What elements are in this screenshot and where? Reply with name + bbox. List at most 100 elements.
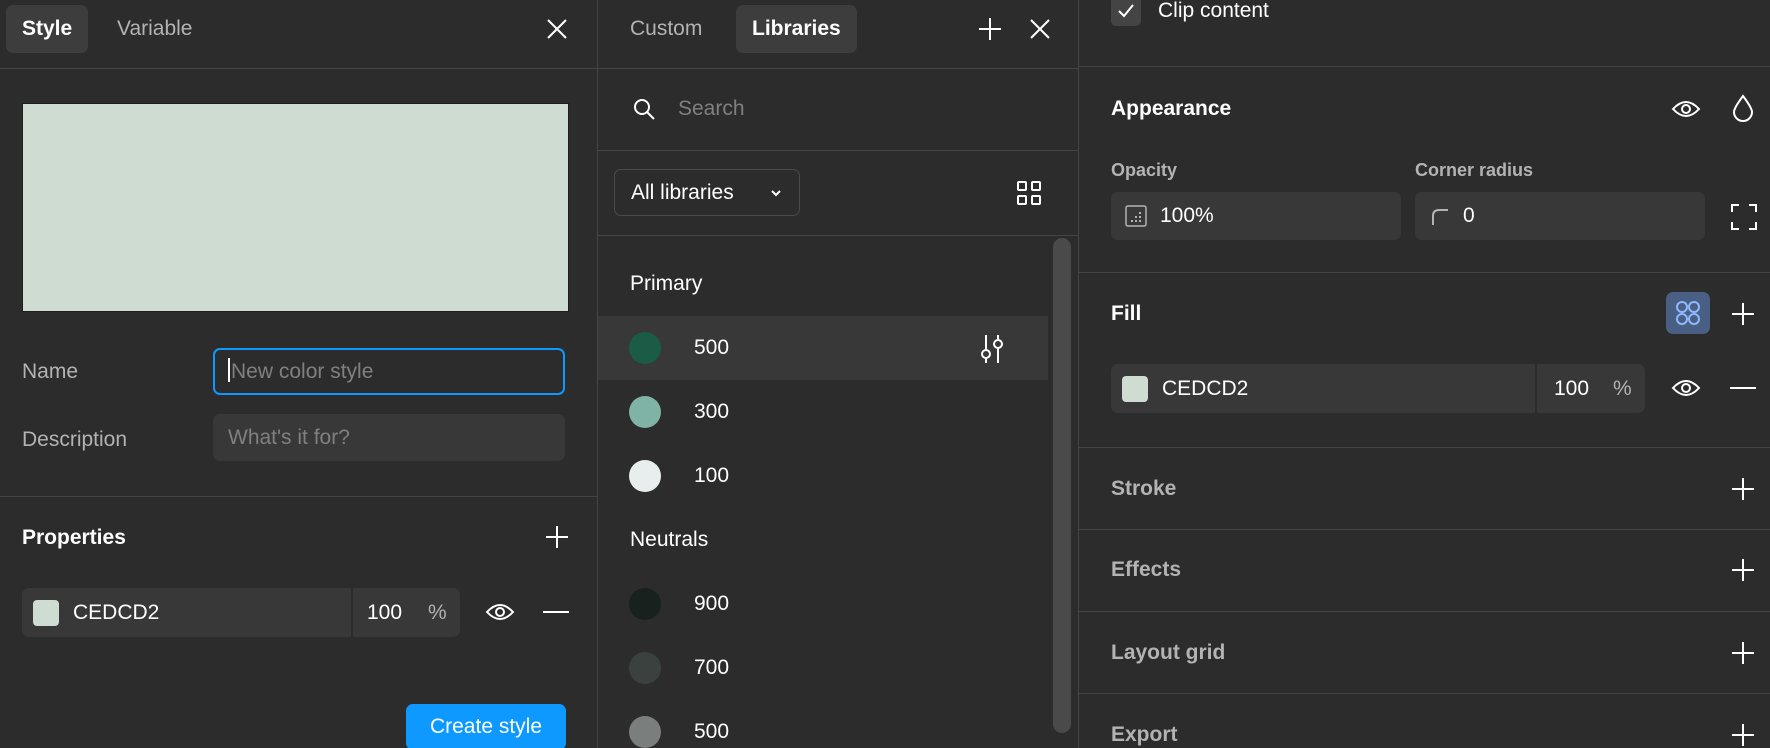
independent-corners-icon[interactable] — [1731, 204, 1757, 230]
properties-title: Properties — [22, 526, 126, 549]
color-row-primary-500[interactable]: 500 — [598, 316, 1048, 380]
search-icon — [632, 97, 656, 121]
appearance-title: Appearance — [1111, 97, 1232, 120]
export-title[interactable]: Export — [1111, 723, 1178, 747]
color-dot — [629, 396, 661, 428]
color-row-primary-300[interactable]: 300 — [598, 380, 1048, 444]
property-color-row[interactable]: CEDCD2 100 % — [22, 588, 460, 637]
name-label: Name — [22, 360, 79, 383]
blend-mode-icon[interactable] — [1732, 94, 1754, 122]
add-icon[interactable] — [978, 17, 1002, 41]
color-chip[interactable] — [33, 600, 59, 626]
eye-icon[interactable] — [1671, 97, 1701, 121]
effects-title[interactable]: Effects — [1111, 558, 1181, 582]
close-icon[interactable] — [1028, 17, 1052, 41]
divider — [598, 235, 1078, 236]
divider — [1079, 447, 1770, 448]
add-property-icon[interactable] — [545, 525, 569, 549]
opacity-input[interactable]: 100% — [1111, 192, 1401, 240]
color-label: 900 — [694, 592, 730, 615]
opacity-label: Opacity — [1111, 160, 1178, 180]
clip-content-checkbox[interactable] — [1111, 0, 1141, 26]
color-label: 500 — [694, 720, 730, 743]
color-chip[interactable] — [1122, 376, 1148, 402]
clip-content-label: Clip content — [1158, 0, 1269, 22]
eye-icon[interactable] — [485, 600, 515, 624]
name-input[interactable]: New color style — [213, 348, 565, 395]
library-filter-dropdown[interactable]: All libraries — [614, 169, 800, 216]
search-input[interactable]: Search — [678, 97, 745, 121]
divider — [1079, 611, 1770, 612]
divider — [0, 68, 597, 69]
tab-libraries[interactable]: Libraries — [736, 5, 857, 53]
percent-sign: % — [1613, 377, 1632, 400]
color-label: 700 — [694, 656, 730, 679]
divider — [0, 496, 597, 497]
description-input[interactable]: What's it for? — [213, 414, 565, 461]
group-title-primary: Primary — [630, 272, 703, 295]
percent-sign: % — [428, 601, 447, 624]
scrollbar[interactable] — [1053, 238, 1071, 733]
color-label: 300 — [694, 400, 730, 423]
divider — [1079, 66, 1770, 67]
divider — [1079, 693, 1770, 694]
color-dot — [629, 652, 661, 684]
remove-icon[interactable] — [1730, 386, 1756, 390]
fill-title: Fill — [1111, 302, 1142, 325]
adjust-icon[interactable] — [979, 334, 1005, 364]
eye-icon[interactable] — [1671, 376, 1701, 400]
description-label: Description — [22, 428, 128, 451]
layout-grid-title[interactable]: Layout grid — [1111, 641, 1225, 665]
add-export-icon[interactable] — [1731, 723, 1755, 747]
design-properties-panel: Clip content Appearance Opacity 100% Cor… — [1079, 0, 1770, 748]
divider — [1079, 272, 1770, 273]
group-title-neutrals: Neutrals — [630, 528, 709, 551]
color-dot — [629, 588, 661, 620]
color-row-neutrals-900[interactable]: 900 — [598, 572, 1048, 636]
add-layout-grid-icon[interactable] — [1731, 641, 1755, 665]
divider — [1535, 364, 1537, 413]
opacity-value[interactable]: 100 — [1554, 364, 1589, 413]
divider — [1079, 529, 1770, 530]
corner-radius-input[interactable]: 0 — [1415, 192, 1705, 240]
libraries-panel: Custom Libraries Search All libraries Pr… — [598, 0, 1078, 748]
name-placeholder: New color style — [231, 360, 374, 383]
corner-radius-label: Corner radius — [1415, 160, 1534, 180]
style-library-button[interactable] — [1666, 292, 1710, 334]
add-effect-icon[interactable] — [1731, 558, 1755, 582]
close-icon[interactable] — [545, 17, 569, 41]
text-caret — [228, 358, 230, 383]
tab-variable[interactable]: Variable — [101, 5, 209, 53]
color-row-primary-100[interactable]: 100 — [598, 444, 1048, 508]
add-fill-icon[interactable] — [1731, 302, 1755, 326]
hex-value[interactable]: CEDCD2 — [73, 588, 159, 637]
opacity-icon — [1125, 205, 1147, 227]
color-row-neutrals-500[interactable]: 500 — [598, 700, 1048, 748]
hex-value[interactable]: CEDCD2 — [1162, 364, 1248, 413]
color-label: 500 — [694, 336, 730, 359]
fill-color-row[interactable]: CEDCD2 100 % — [1111, 364, 1645, 413]
add-stroke-icon[interactable] — [1731, 477, 1755, 501]
color-dot — [629, 460, 661, 492]
color-row-neutrals-700[interactable]: 700 — [598, 636, 1048, 700]
color-preview — [22, 103, 569, 312]
color-dot — [629, 332, 661, 364]
create-style-panel: Style Variable Name New color style Desc… — [0, 0, 597, 748]
remove-icon[interactable] — [543, 610, 569, 614]
grid-view-icon[interactable] — [1017, 181, 1041, 205]
chevron-down-icon — [770, 188, 782, 198]
color-dot — [629, 716, 661, 748]
stroke-title[interactable]: Stroke — [1111, 477, 1176, 501]
corner-radius-value: 0 — [1463, 204, 1475, 227]
filter-value: All libraries — [631, 181, 734, 204]
corner-radius-icon — [1431, 208, 1449, 226]
divider — [598, 68, 1078, 69]
color-label: 100 — [694, 464, 730, 487]
opacity-value[interactable]: 100 — [367, 588, 402, 637]
tab-style[interactable]: Style — [6, 5, 89, 53]
create-style-button[interactable]: Create style — [406, 704, 566, 748]
opacity-value: 100% — [1160, 204, 1214, 227]
divider — [598, 150, 1078, 151]
tab-custom[interactable]: Custom — [614, 5, 718, 53]
divider — [351, 588, 353, 637]
